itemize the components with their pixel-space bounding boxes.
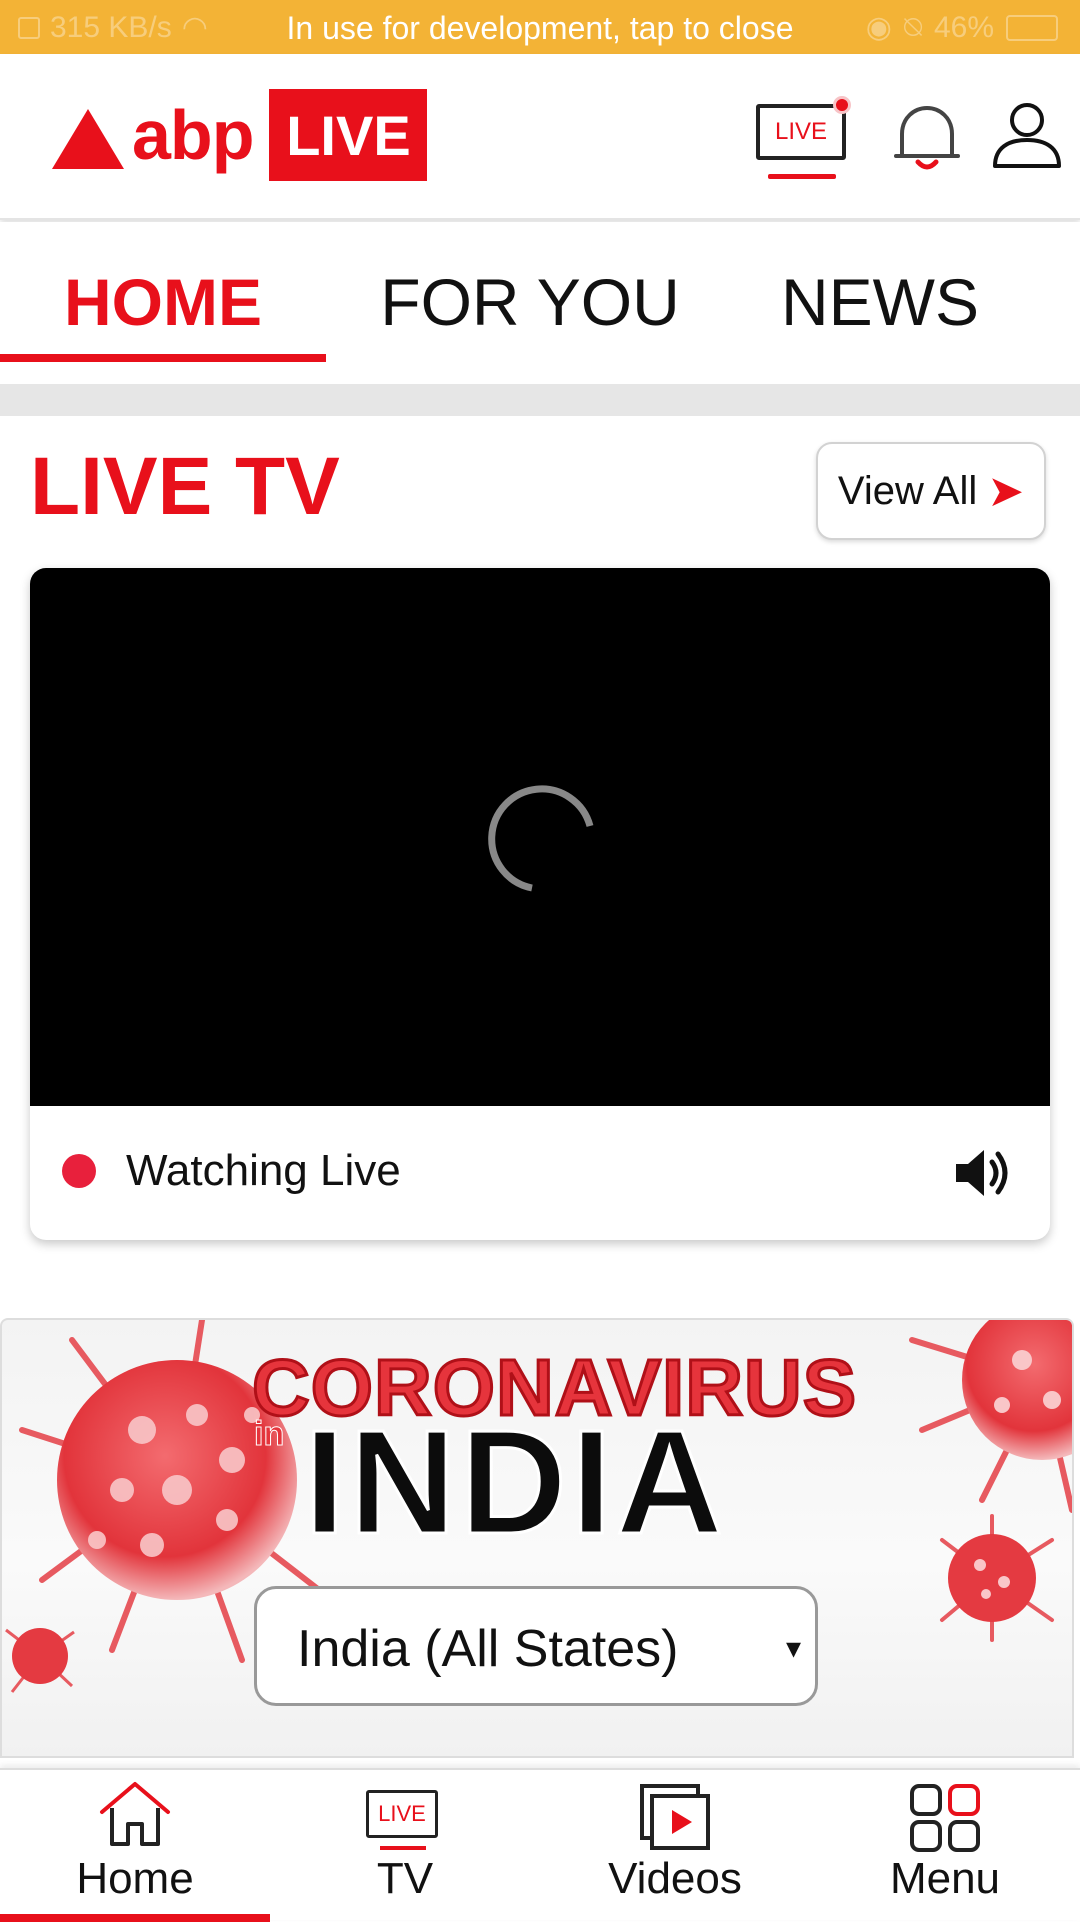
app-header: abp LIVE LIVE	[0, 54, 1080, 220]
eye-icon: ◉	[865, 11, 892, 44]
loading-spinner-icon	[488, 785, 594, 892]
battery-icon	[1006, 14, 1058, 41]
coronavirus-in-label: in	[253, 1415, 285, 1454]
battery-level: 46%	[933, 10, 994, 44]
nav-home[interactable]: Home	[0, 1770, 270, 1922]
live-tv-nav-icon: LIVE	[366, 1790, 438, 1838]
active-tab-indicator	[0, 354, 326, 362]
live-tv-underline	[768, 174, 836, 179]
section-divider	[0, 384, 1080, 416]
nav-tv[interactable]: LIVE TV	[270, 1770, 540, 1922]
virus-small-left-icon	[5, 1628, 75, 1693]
volume-icon[interactable]	[952, 1144, 1014, 1202]
logo-text: abp	[132, 96, 254, 174]
abp-live-logo[interactable]: abp LIVE	[52, 89, 428, 181]
nav-home-label: Home	[76, 1854, 194, 1903]
video-player[interactable]	[30, 568, 1050, 1106]
state-select-dropdown[interactable]: India (All States) ▾	[254, 1586, 818, 1706]
user-profile-icon[interactable]	[990, 100, 1064, 174]
status-right: ◉ ⍉ 46%	[866, 10, 1058, 45]
logo-triangle-icon	[52, 109, 124, 169]
status-bar[interactable]: 315 KB/s ◠ In use for development, tap t…	[0, 0, 1080, 54]
nav-active-indicator	[0, 1914, 270, 1922]
section-tabs: HOME FOR YOU NEWS	[0, 222, 1080, 384]
player-footer: Watching Live	[30, 1106, 1050, 1240]
logo-badge: LIVE	[269, 89, 428, 181]
tab-for-you[interactable]: FOR YOU	[370, 242, 690, 362]
watching-live-label: Watching Live	[126, 1146, 401, 1195]
nav-videos-label: Videos	[608, 1854, 742, 1903]
virus-right-small-icon	[940, 1514, 1054, 1642]
bottom-navigation: Home LIVE TV Videos Menu	[0, 1768, 1080, 1922]
state-select-value: India (All States)	[297, 1620, 679, 1678]
nav-tv-label: TV	[376, 1854, 434, 1903]
live-indicator-dot	[833, 96, 851, 114]
home-icon	[100, 1782, 170, 1846]
live-tv-icon: LIVE	[756, 104, 846, 160]
arrow-right-icon: ➤	[987, 466, 1025, 516]
view-all-button[interactable]: View All ➤	[816, 442, 1046, 540]
india-title: INDIA	[303, 1399, 727, 1567]
coronavirus-banner[interactable]: CORONAVIRUS in INDIA India (All States) …	[0, 1318, 1074, 1758]
notification-bell-icon[interactable]	[890, 100, 964, 172]
view-all-label: View All	[837, 468, 978, 513]
tab-home[interactable]: HOME	[0, 242, 326, 362]
tab-news[interactable]: NEWS	[760, 242, 1000, 362]
live-tv-icon-text: LIVE	[774, 118, 828, 145]
nav-videos[interactable]: Videos	[540, 1770, 810, 1922]
nav-menu-label: Menu	[889, 1854, 1001, 1903]
live-tv-button[interactable]: LIVE	[756, 54, 851, 179]
live-player-card: Watching Live	[30, 568, 1050, 1240]
grid-menu-icon	[910, 1784, 980, 1852]
video-play-icon	[640, 1784, 710, 1850]
nav-menu[interactable]: Menu	[810, 1770, 1080, 1922]
live-tv-heading: LIVE TV	[30, 441, 340, 532]
live-status-dot	[62, 1154, 96, 1188]
tv-icon-text: LIVE	[378, 1801, 426, 1826]
chevron-down-icon: ▾	[785, 1632, 801, 1665]
virus-right-top-icon	[909, 1320, 1072, 1513]
mute-bell-icon: ⍉	[903, 10, 922, 44]
tv-icon-underline	[380, 1846, 426, 1850]
